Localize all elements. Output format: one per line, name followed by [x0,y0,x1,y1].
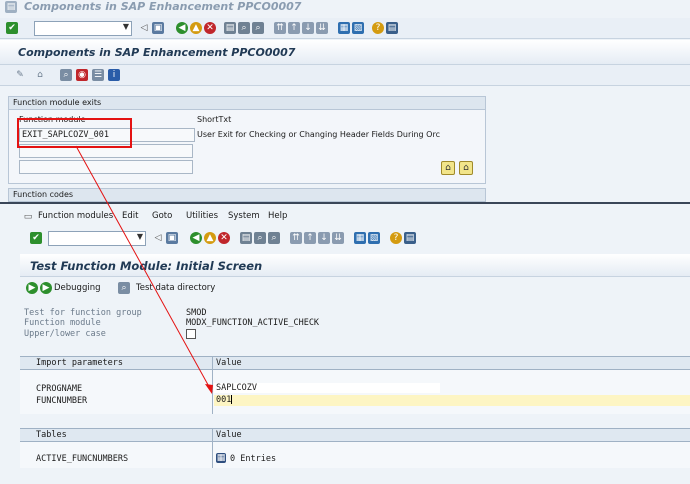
annotation-arrow [75,145,213,394]
